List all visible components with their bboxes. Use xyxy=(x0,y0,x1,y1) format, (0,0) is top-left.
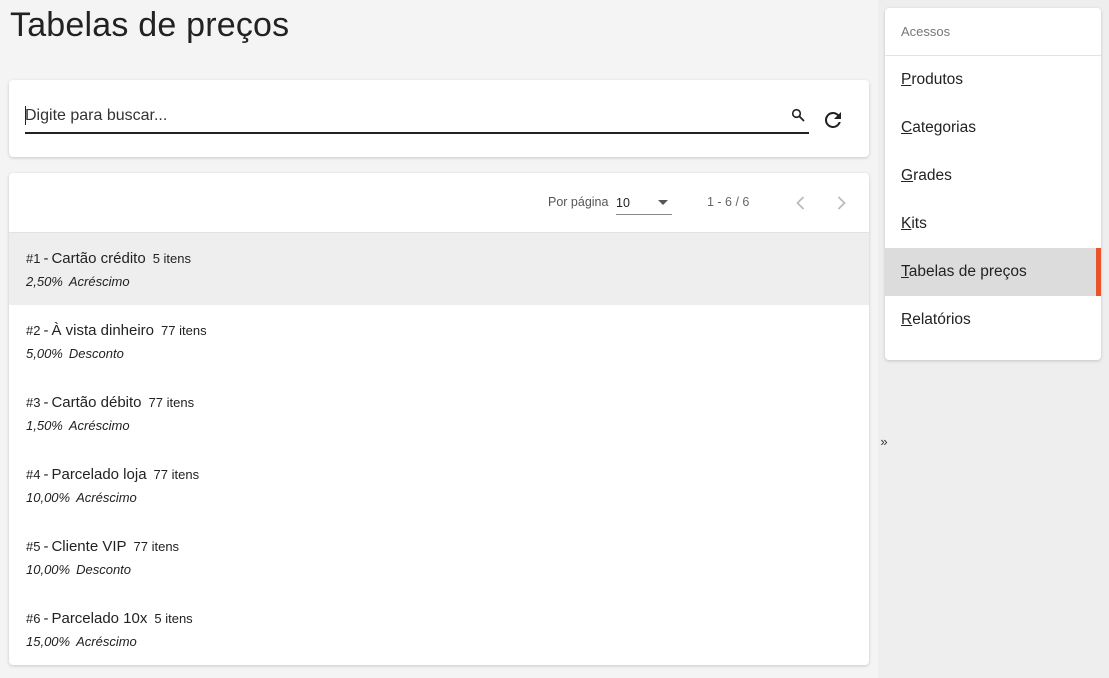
item-name: À vista dinheiro xyxy=(51,322,155,339)
item-percentage: 1,50% xyxy=(26,418,63,433)
list-item-subtitle: 10,00% Desconto xyxy=(26,562,131,577)
search-input[interactable] xyxy=(25,104,775,128)
item-id: #1 xyxy=(26,251,41,266)
item-percentage: 2,50% xyxy=(26,274,63,289)
item-name: Cartão débito xyxy=(51,394,142,411)
search-field[interactable] xyxy=(25,100,809,134)
item-count: 77 itens xyxy=(148,395,195,410)
item-count: 5 itens xyxy=(154,611,193,626)
dropdown-arrow-icon xyxy=(658,200,668,205)
double-chevron-right-icon[interactable]: » xyxy=(878,434,890,449)
list-item-subtitle: 5,00% Desconto xyxy=(26,346,124,361)
access-menu: Acessos Produtos Categorias Grades Kits … xyxy=(885,8,1101,360)
list-item-title: #4- Parcelado loja 77 itens xyxy=(26,466,200,483)
nav-item-relatorios[interactable]: Relatórios xyxy=(885,296,1101,344)
list-item-subtitle: 2,50% Acréscimo xyxy=(26,274,130,289)
menu-header: Acessos xyxy=(885,8,1101,56)
text-caret xyxy=(25,106,26,125)
item-count: 77 itens xyxy=(161,323,207,338)
list-item[interactable]: #4- Parcelado loja 77 itens 10,00% Acréscim… xyxy=(9,449,869,521)
item-type: Acréscimo xyxy=(76,634,137,649)
item-name: Cartão crédito xyxy=(51,250,146,267)
list-item-subtitle: 15,00% Acréscimo xyxy=(26,634,137,649)
item-type: Desconto xyxy=(68,346,124,361)
item-percentage: 10,00% xyxy=(26,562,71,577)
item-type: Desconto xyxy=(76,562,132,577)
chevron-right-icon[interactable] xyxy=(831,193,851,213)
price-table-list-card: Por página 10 1 - 6 / 6 #1- Cartão crédit… xyxy=(9,173,869,665)
list-item-title: #6- Parcelado 10x 5 itens xyxy=(26,610,193,627)
item-type: Acréscimo xyxy=(68,274,130,289)
price-table-list: #1- Cartão crédito 5 itens 2,50% Acréscimo … xyxy=(9,233,869,665)
per-page-value: 10 xyxy=(616,196,630,210)
item-count: 77 itens xyxy=(133,539,180,554)
item-id: #6 xyxy=(26,611,41,626)
refresh-icon[interactable] xyxy=(821,108,845,132)
list-item[interactable]: #2- À vista dinheiro 77 itens 5,00% Descont… xyxy=(9,305,869,377)
item-type: Acréscimo xyxy=(76,490,137,505)
list-item-subtitle: 10,00% Acréscimo xyxy=(26,490,137,505)
list-item-title: #1- Cartão crédito 5 itens xyxy=(26,250,191,267)
pagination-range: 1 - 6 / 6 xyxy=(707,195,750,209)
item-name: Cliente VIP xyxy=(51,538,127,555)
list-item[interactable]: #1- Cartão crédito 5 itens 2,50% Acréscimo xyxy=(9,233,869,305)
item-percentage: 10,00% xyxy=(26,490,71,505)
nav-item-grades[interactable]: Grades xyxy=(885,152,1101,200)
list-item-title: #5- Cliente VIP 77 itens xyxy=(26,538,180,555)
nav-item-categorias[interactable]: Categorias xyxy=(885,104,1101,152)
list-item-subtitle: 1,50% Acréscimo xyxy=(26,418,130,433)
item-count: 5 itens xyxy=(152,251,191,266)
item-name: Parcelado loja xyxy=(51,466,147,483)
list-item[interactable]: #3- Cartão débito 77 itens 1,50% Acréscimo xyxy=(9,377,869,449)
per-page-select[interactable]: 10 xyxy=(616,191,672,215)
item-percentage: 5,00% xyxy=(26,346,63,361)
pagination-bar: Por página 10 1 - 6 / 6 xyxy=(9,173,869,233)
page-title: Tabelas de preços xyxy=(10,6,290,44)
item-percentage: 15,00% xyxy=(26,634,71,649)
list-item-title: #3- Cartão débito 77 itens xyxy=(26,394,195,411)
search-card xyxy=(9,80,869,157)
list-item[interactable]: #6- Parcelado 10x 5 itens 15,00% Acréscimo xyxy=(9,593,869,665)
main-content: Tabelas de preços Por página 10 1 - 6 / … xyxy=(0,0,878,678)
list-item-title: #2- À vista dinheiro 77 itens xyxy=(26,322,207,339)
sidebar: » Acessos Produtos Categorias Grades Kit… xyxy=(878,0,1109,678)
per-page-label: Por página xyxy=(548,195,609,209)
nav-item-tabelas-de-precos[interactable]: Tabelas de preços xyxy=(885,248,1101,296)
item-name: Parcelado 10x xyxy=(51,610,148,627)
list-item[interactable]: #5- Cliente VIP 77 itens 10,00% Desconto xyxy=(9,521,869,593)
nav-item-kits[interactable]: Kits xyxy=(885,200,1101,248)
item-id: #4 xyxy=(26,467,41,482)
item-id: #3 xyxy=(26,395,41,410)
item-count: 77 itens xyxy=(153,467,200,482)
chevron-left-icon[interactable] xyxy=(791,193,811,213)
item-id: #5 xyxy=(26,539,41,554)
search-icon[interactable] xyxy=(791,108,805,122)
item-type: Acréscimo xyxy=(68,418,130,433)
item-id: #2 xyxy=(26,323,41,338)
nav-item-produtos[interactable]: Produtos xyxy=(885,56,1101,104)
